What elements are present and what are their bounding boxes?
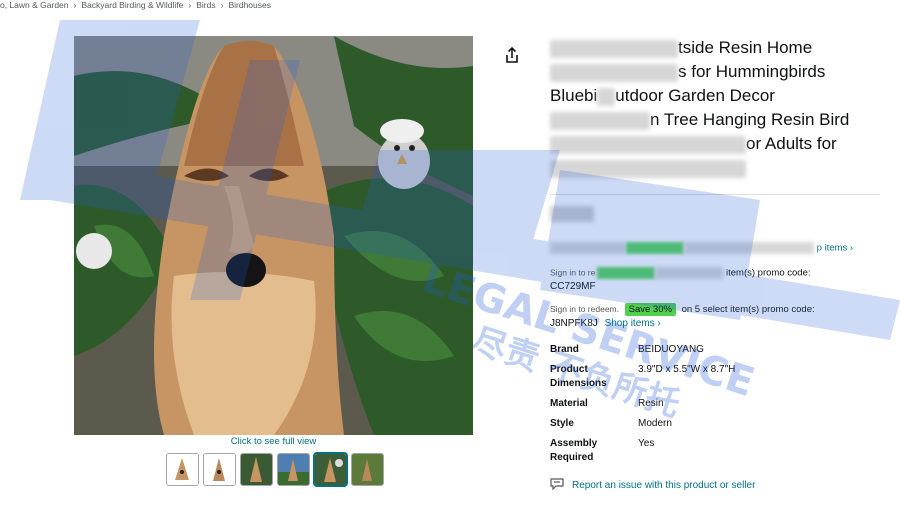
product-title: tside Resin Home s for Hummingbirds Blue…	[550, 36, 870, 180]
breadcrumb-separator: ›	[73, 0, 77, 10]
title-line-5: n Tree Hanging Resin Bird	[650, 110, 850, 129]
save-badge: Save 30%	[624, 303, 676, 316]
breadcrumb-item-backyard-birding[interactable]: Backyard Birding & Wildlife	[81, 0, 183, 10]
coupon-1-suffix: item(s) promo code:	[726, 267, 811, 279]
full-view-link[interactable]: Click to see full view	[74, 436, 473, 447]
coupon-2-signin[interactable]: Sign in to redeem.	[550, 304, 619, 314]
feedback-icon	[550, 478, 564, 493]
spec-label: Style	[550, 418, 574, 429]
breadcrumb-item-birds[interactable]: Birds	[196, 0, 215, 10]
thumbnail-2[interactable]	[203, 453, 236, 486]
title-line-3: Bluebi	[550, 86, 598, 105]
spec-value: Yes	[638, 438, 655, 449]
coupon-row-2: Sign in to redeem. Save 30% on 5 select …	[550, 303, 815, 316]
thumbnail-1[interactable]	[166, 453, 199, 486]
coupon-1-signin[interactable]: Sign in to re	[550, 268, 595, 278]
spec-row-assembly: Assembly Required Yes	[550, 437, 880, 465]
coupon-2-suffix: on 5 select item(s) promo code:	[681, 304, 815, 315]
product-specs: Brand BEIDUOYANG Product Dimensions 3.9"…	[550, 343, 880, 471]
thumbnail-5-selected[interactable]	[314, 453, 347, 486]
spec-label: Material	[550, 398, 588, 409]
breadcrumb-separator: ›	[220, 0, 224, 10]
spec-label: Brand	[550, 344, 579, 355]
breadcrumb-item-lawn-garden[interactable]: o, Lawn & Garden	[0, 0, 69, 10]
spec-row-dimensions: Product Dimensions 3.9"D x 5.5"W x 8.7"H	[550, 363, 880, 391]
coupon-1-shop-link[interactable]: p items ›	[817, 243, 853, 254]
spec-row-style: Style Modern	[550, 417, 880, 431]
spec-value: BEIDUOYANG	[638, 344, 704, 355]
coupon-2-code: J8NPFK8J	[550, 318, 598, 329]
spec-value: Modern	[638, 418, 672, 429]
spec-row-material: Material Resin	[550, 397, 880, 411]
coupon-1-code: CC729MF	[550, 281, 596, 292]
title-line-2: s for Hummingbirds	[678, 62, 826, 81]
share-icon[interactable]	[503, 46, 521, 64]
report-issue-link[interactable]: Report an issue with this product or sel…	[550, 478, 755, 493]
title-line-6: or Adults for	[746, 134, 837, 153]
spec-value: 3.9"D x 5.5"W x 8.7"H	[638, 364, 736, 375]
report-issue-text: Report an issue with this product or sel…	[572, 480, 756, 491]
coupon-row-1: p items ›	[550, 242, 853, 254]
spec-label: Product Dimensions	[550, 364, 607, 389]
coupon-2-code-row: J8NPFK8J Shop items ›	[550, 318, 661, 329]
thumbnail-3[interactable]	[240, 453, 273, 486]
breadcrumb-separator: ›	[188, 0, 192, 10]
coupon-row-1-text: Sign in to re item(s) promo code:	[550, 267, 811, 279]
title-line-4: utdoor Garden Decor	[615, 86, 775, 105]
thumbnail-4[interactable]	[277, 453, 310, 486]
spec-label: Assembly Required	[550, 438, 598, 463]
title-divider	[550, 194, 880, 195]
spec-row-brand: Brand BEIDUOYANG	[550, 343, 880, 357]
coupon-2-shop-link[interactable]: Shop items ›	[605, 318, 661, 329]
main-product-image[interactable]	[74, 36, 473, 435]
thumbnail-strip	[166, 453, 384, 486]
title-line-1: tside Resin Home	[678, 38, 813, 57]
breadcrumb: o, Lawn & Garden › Backyard Birding & Wild…	[0, 0, 271, 12]
thumbnail-6[interactable]	[351, 453, 384, 486]
spec-value: Resin	[638, 398, 664, 409]
breadcrumb-item-birdhouses[interactable]: Birdhouses	[228, 0, 271, 10]
price-redacted	[550, 206, 594, 222]
